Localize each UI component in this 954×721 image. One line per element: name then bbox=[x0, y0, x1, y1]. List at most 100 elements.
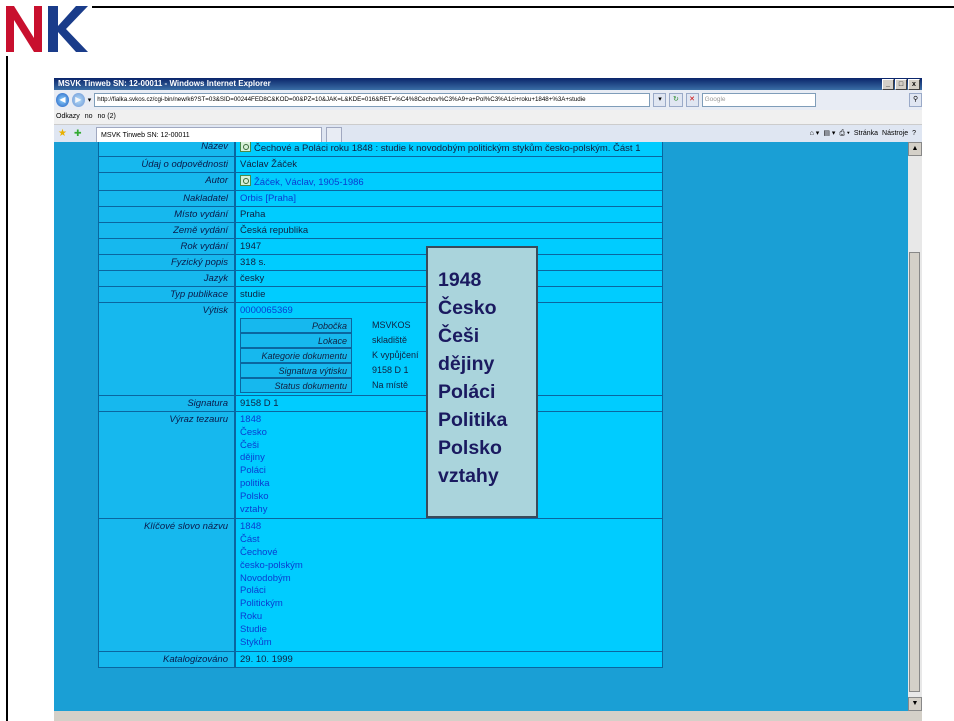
field-3-value-cell: Orbis [Praha] bbox=[236, 191, 662, 206]
link-item-no[interactable]: no bbox=[85, 110, 93, 124]
maximize-button[interactable]: □ bbox=[895, 79, 907, 90]
search-related-icon[interactable] bbox=[240, 175, 251, 186]
field-value: 318 s. bbox=[240, 257, 266, 268]
field-value: Čechové a Poláci roku 1848 : studie k no… bbox=[254, 143, 641, 154]
copy-detail-value: skladiště bbox=[372, 335, 408, 345]
field-3-row: Nakladatel Orbis [Praha] bbox=[98, 191, 663, 207]
feeds-icon[interactable]: ▤ ▾ bbox=[823, 127, 835, 141]
field-9-row: Typ publikace studie bbox=[98, 287, 663, 303]
field-8-label: Jazyk bbox=[99, 271, 236, 286]
field-6-label: Rok vydání bbox=[99, 239, 236, 254]
keyword-item[interactable]: Poláci bbox=[240, 585, 658, 598]
vytisk-label: Výtisk bbox=[99, 303, 236, 395]
nav-dropdown-icon[interactable]: ▾ bbox=[88, 96, 92, 104]
field-value: studie bbox=[240, 289, 266, 300]
tezaurus-label: Výraz tezauru bbox=[99, 412, 236, 519]
field-0-label: Název bbox=[99, 142, 236, 156]
vertical-scrollbar[interactable]: ▲ ▼ bbox=[908, 142, 922, 711]
search-icon[interactable]: ⚲ bbox=[908, 93, 922, 107]
back-arrow-icon[interactable]: ◀ bbox=[56, 93, 69, 107]
keyword-item[interactable]: Roku bbox=[240, 611, 658, 624]
copy-detail-label: Status dokumentu bbox=[240, 378, 352, 393]
field-2-value-cell: Žáček, Václav, 1905-1986 bbox=[236, 173, 662, 190]
window-title: MSVK Tinweb SN: 12-00011 - Windows Inter… bbox=[58, 79, 271, 88]
field-2-label: Autor bbox=[99, 173, 236, 190]
favorites-star-icon[interactable]: ★ bbox=[58, 128, 67, 139]
close-button[interactable]: x bbox=[908, 79, 920, 90]
signatura-row: Signatura 9158 D 1 bbox=[98, 396, 663, 412]
status-bar bbox=[54, 711, 922, 721]
overlay-keyword: 1948 bbox=[438, 269, 482, 291]
keyword-value-cell: 1848 Část Čechové česko-polským Novodobým Pol… bbox=[236, 519, 662, 651]
field-link[interactable]: Žáček, Václav, 1905-1986 bbox=[254, 177, 364, 188]
page-menu[interactable]: Stránka bbox=[854, 127, 878, 141]
field-2-row: Autor Žáček, Václav, 1905-1986 bbox=[98, 173, 663, 191]
slide-frame-top bbox=[92, 6, 954, 8]
keyword-item[interactable]: Část bbox=[240, 534, 658, 547]
search-related-icon[interactable] bbox=[240, 142, 251, 152]
tab-bar: ★ ✚ MSVK Tinweb SN: 12-00011 ⌂ ▾ ▤ ▾ ⎙ ▾… bbox=[54, 125, 922, 143]
links-bar: Odkazy no no (2) bbox=[54, 110, 922, 125]
overlay-keyword: Česko bbox=[438, 297, 497, 319]
minimize-button[interactable]: _ bbox=[882, 79, 894, 90]
keyword-overlay: 1948 Česko Češi dějiny Poláci Politika Polsko v… bbox=[426, 246, 538, 518]
search-input[interactable]: Google bbox=[701, 93, 816, 107]
field-value: 1947 bbox=[240, 241, 262, 252]
katalog-row: Katalogizováno 29. 10. 1999 bbox=[98, 652, 663, 669]
address-bar: ◀ ▶ ▾ http://fialka.svkos.cz/cgi-bin/new… bbox=[54, 90, 922, 110]
tools-menu[interactable]: Nástroje bbox=[882, 127, 908, 141]
link-item-no-2[interactable]: no (2) bbox=[98, 110, 116, 124]
stop-icon[interactable]: ✕ bbox=[685, 93, 699, 107]
help-icon[interactable]: ? bbox=[912, 127, 916, 141]
keyword-item[interactable]: Čechové bbox=[240, 547, 658, 560]
field-5-label: Země vydání bbox=[99, 223, 236, 238]
url-input[interactable]: http://fialka.svkos.cz/cgi-bin/new/k6?ST… bbox=[94, 93, 651, 107]
copy-detail-label: Signatura výtisku bbox=[240, 363, 352, 378]
window-controls: _ □ x bbox=[882, 79, 920, 90]
keyword-item[interactable]: Politickým bbox=[240, 598, 658, 611]
scroll-up-arrow-icon[interactable]: ▲ bbox=[908, 142, 922, 156]
keyword-label: Klíčové slovo názvu bbox=[99, 519, 236, 652]
nk-logo-graphic bbox=[4, 4, 88, 54]
add-favorite-icon[interactable]: ✚ bbox=[74, 128, 82, 139]
overlay-keyword: dějiny bbox=[438, 353, 495, 375]
url-dropdown-icon[interactable]: ▾ bbox=[653, 93, 667, 107]
keyword-item[interactable]: česko-polským bbox=[240, 560, 658, 573]
keyword-list: 1848 Část Čechové česko-polským Novodobým Pol… bbox=[240, 521, 658, 649]
field-7-row: Fyzický popis 318 s. bbox=[98, 255, 663, 271]
print-icon[interactable]: ⎙ ▾ bbox=[839, 127, 850, 141]
home-icon[interactable]: ⌂ ▾ bbox=[810, 127, 820, 141]
copy-detail-value: MSVKOS bbox=[372, 320, 411, 330]
katalog-label: Katalogizováno bbox=[99, 652, 236, 668]
field-9-label: Typ publikace bbox=[99, 287, 236, 302]
tab-msvk[interactable]: MSVK Tinweb SN: 12-00011 bbox=[96, 127, 322, 142]
keyword-row: Klíčové slovo názvu 1848 Část Čechové česko-… bbox=[98, 519, 663, 653]
forward-arrow-icon[interactable]: ▶ bbox=[71, 93, 85, 107]
field-value: Praha bbox=[240, 209, 266, 220]
tezaurus-row: Výraz tezauru 1848 Česko Češi dějiny Poláci po… bbox=[98, 412, 663, 520]
keyword-item[interactable]: 1848 bbox=[240, 521, 658, 534]
new-tab-button[interactable] bbox=[326, 127, 342, 143]
overlay-keyword: vztahy bbox=[438, 465, 499, 487]
refresh-icon[interactable]: ↻ bbox=[669, 93, 683, 107]
field-4-label: Místo vydání bbox=[99, 207, 236, 222]
katalog-value-cell: 29. 10. 1999 bbox=[240, 654, 293, 666]
scroll-thumb[interactable] bbox=[909, 252, 920, 692]
field-1-value-cell: Václav Žáček bbox=[236, 157, 662, 172]
field-1-row: Údaj o odpovědnosti Václav Žáček bbox=[98, 157, 663, 173]
field-6-row: Rok vydání 1947 bbox=[98, 239, 663, 255]
copy-detail-label: Kategorie dokumentu bbox=[240, 348, 352, 363]
field-link[interactable]: Orbis [Praha] bbox=[240, 193, 296, 204]
field-1-label: Údaj o odpovědnosti bbox=[99, 157, 236, 172]
keyword-item[interactable]: Studie bbox=[240, 624, 658, 637]
scroll-down-arrow-icon[interactable]: ▼ bbox=[908, 697, 922, 711]
overlay-keyword: Poláci bbox=[438, 381, 496, 403]
keyword-item[interactable]: Novodobým bbox=[240, 573, 658, 586]
field-value: česky bbox=[240, 273, 265, 284]
copy-detail-label: Lokace bbox=[240, 333, 352, 348]
keyword-item[interactable]: Stykům bbox=[240, 637, 658, 650]
overlay-keyword: Polsko bbox=[438, 437, 502, 459]
links-label: Odkazy bbox=[56, 113, 80, 120]
barcode-link[interactable]: 0000065369 bbox=[240, 305, 293, 316]
nk-logo bbox=[4, 4, 90, 54]
